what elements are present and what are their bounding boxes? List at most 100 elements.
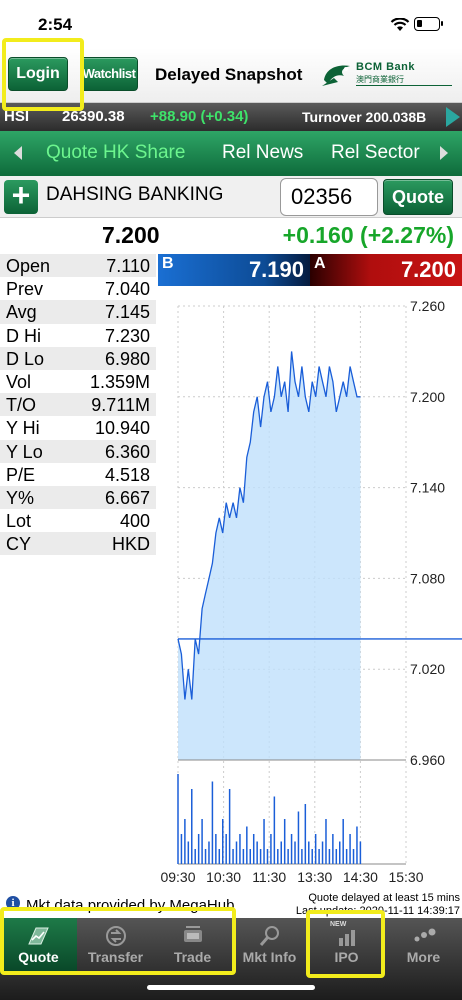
nav-transfer[interactable]: Transfer [77,918,154,974]
x-tick-label: 13:30 [297,869,332,885]
stat-label: CY [6,534,32,555]
stat-row-d-hi: D Hi 7.230 [0,324,156,347]
nav-label: More [406,949,441,965]
stat-row-lot: Lot 400 [0,509,156,532]
tab-rel-sector[interactable]: Rel Sector [331,142,420,164]
stock-name: DAHSING BANKING [46,184,224,205]
stat-row-p-e: P/E 4.518 [0,463,156,486]
x-tick-label: 14:30 [343,869,378,885]
stat-value: 9.711M [91,395,150,416]
quote-button[interactable]: Quote [383,179,453,215]
stat-label: D Hi [6,325,41,346]
quote-icon [28,927,49,945]
delay-notice: Quote delayed at least 15 mins [308,892,460,904]
x-tick-label: 15:30 [388,869,423,885]
home-indicator [147,985,315,990]
nav-trade[interactable]: Trade [154,918,231,974]
price-change: +0.160 (+2.27%) [282,222,454,248]
x-tick-label: 10:30 [206,869,241,885]
bank-logo: BCM Bank 澳門商業銀行 [320,60,455,90]
index-value: 26390.38 [62,108,125,125]
y-tick-label: 7.140 [410,480,445,496]
stat-label: Avg [6,302,37,323]
ask-box: A 7.200 [310,254,462,286]
stat-label: Open [6,256,51,276]
mkt-info-icon [259,926,279,946]
nav-quote[interactable]: Quote [0,918,77,974]
nav-label: Quote [18,949,59,965]
data-provider: Mkt data provided by MegaHub [26,897,235,914]
stat-row-cy: CY HKD [0,532,156,556]
tab-rel-news[interactable]: Rel News [222,142,303,164]
stat-row-open: Open 7.110 [0,254,156,278]
stat-value: 7.110 [106,256,150,276]
stat-value: HKD [111,534,150,555]
nav-mkt-info[interactable]: Mkt Info [231,918,308,974]
bid-box: B 7.190 [158,254,310,286]
index-bar[interactable]: HSI 26390.38 +88.90 (+0.34) Turnover 200… [0,103,462,131]
stat-row-vol: Vol 1.359M [0,370,156,393]
stat-label: Y Hi [6,418,40,439]
chevron-right-icon[interactable] [440,146,448,160]
watchlist-button[interactable]: Watchlist [80,57,138,91]
more-icon [414,928,436,942]
price-row: 7.200 +0.160 (+2.27%) [0,218,462,254]
stat-value: 4.518 [104,464,150,485]
stat-row-y-lo: Y Lo 6.360 [0,439,156,463]
stat-label: P/E [6,464,36,485]
tab-quote-hk-share[interactable]: Quote HK Share [46,142,185,164]
transfer-icon [106,926,126,946]
bid-letter: B [162,255,174,272]
stat-value: 6.667 [104,487,150,508]
bank-logo-icon [322,65,350,86]
ask-letter: A [314,255,326,272]
index-change: +88.90 (+0.34) [150,108,249,125]
y-tick-label: 7.020 [410,661,445,677]
stat-label: Prev [6,279,44,300]
bid-price: 7.190 [248,257,304,282]
chevron-left-icon[interactable] [14,146,22,160]
y-tick-label: 7.200 [410,389,445,405]
stat-value: 6.360 [104,441,150,462]
stock-code-input[interactable] [280,178,378,216]
login-button[interactable]: Login [8,57,68,91]
last-price: 7.200 [102,222,160,248]
stat-row-prev: Prev 7.040 [0,277,156,300]
x-tick-label: 09:30 [160,869,195,885]
stat-label: Y% [6,487,35,508]
stat-row-t-o: T/O 9.711M [0,393,156,417]
page-title: Delayed Snapshot [155,65,303,84]
stat-label: T/O [6,395,36,416]
stat-value: 6.980 [104,348,150,369]
info-bar: i Mkt data provided by MegaHub Quote del… [0,892,462,918]
y-tick-label: 6.960 [410,752,445,768]
info-icon[interactable]: i [6,896,20,910]
price-area [178,351,361,760]
logo-subtext: 澳門商業銀行 [356,75,404,84]
play-arrow-icon[interactable] [446,107,460,127]
wifi-icon [390,18,410,31]
stat-value: 10.940 [94,418,150,439]
last-update: Last update: 2020-11-11 14:39:17 [295,905,460,917]
stat-label: Vol [6,371,32,392]
ipo-icon [339,930,355,946]
trade-icon [184,926,202,942]
stat-value: 400 [119,511,150,532]
nav-label: Mkt Info [242,949,297,965]
stat-value: 7.040 [104,279,150,300]
nav-more[interactable]: More [385,918,462,974]
y-tick-label: 7.080 [410,570,445,586]
stat-label: Y Lo [6,441,43,462]
ask-price: 7.200 [400,257,456,282]
nav-ipo[interactable]: NEW IPO [308,918,385,974]
index-turnover: Turnover 200.038B [302,109,427,125]
nav-label: Trade [173,949,212,965]
stat-value: 1.359M [89,371,150,392]
add-to-watchlist-button[interactable]: + [4,179,38,214]
stat-value: 7.145 [104,302,150,323]
search-row: + DAHSING BANKING Quote [0,176,462,218]
intraday-chart[interactable]: 7.260 7.200 7.140 7.080 7.020 6.960 09:30 10:30… [158,286,462,898]
stat-row-d-lo: D Lo 6.980 [0,346,156,370]
logo-text: BCM Bank [356,61,416,73]
stat-row-avg: Avg 7.145 [0,300,156,324]
